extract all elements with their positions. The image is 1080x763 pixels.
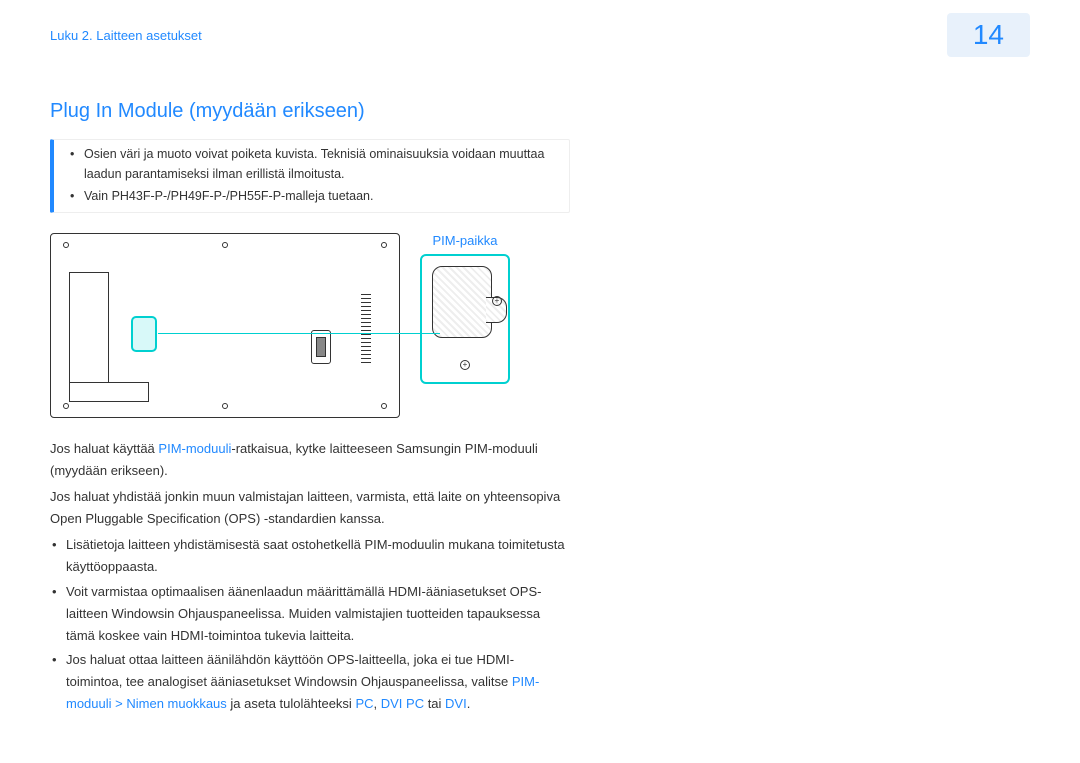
detail-label: PIM-paikka xyxy=(420,233,510,248)
section-title: Plug In Module (myydään erikseen) xyxy=(50,100,570,123)
text: > xyxy=(112,696,127,711)
paragraph: Jos haluat yhdistää jonkin muun valmista… xyxy=(50,486,570,530)
list-item: Lisätietoja laitteen yhdistämisestä saat… xyxy=(50,534,570,578)
screw-icon xyxy=(63,403,69,409)
highlight-term: PC xyxy=(355,696,373,711)
highlight-term: PIM-moduuli xyxy=(158,441,231,456)
screw-icon xyxy=(222,242,228,248)
page-header: Luku 2. Laitteen asetukset 14 xyxy=(0,0,1080,60)
text: Jos haluat ottaa laitteen äänilähdön käy… xyxy=(66,652,514,689)
screw-icon xyxy=(381,403,387,409)
highlight-term: DVI PC xyxy=(381,696,424,711)
highlight-term: Nimen muokkaus xyxy=(126,696,226,711)
device-rear-diagram xyxy=(50,233,400,418)
note-item: Vain PH43F-P-/PH49F-P-/PH55F-P-malleja t… xyxy=(68,186,569,206)
screw-icon xyxy=(381,242,387,248)
highlight-term: DVI xyxy=(445,696,467,711)
vent-shape xyxy=(361,294,371,364)
port-shape xyxy=(311,330,331,364)
screw-icon: + xyxy=(460,360,470,370)
note-box: Osien väri ja muoto voivat poiketa kuvis… xyxy=(50,139,570,213)
text: ja aseta tulolähteeksi xyxy=(227,696,356,711)
chapter-label: Luku 2. Laitteen asetukset xyxy=(50,28,202,43)
instruction-list: Lisätietoja laitteen yhdistämisestä saat… xyxy=(50,534,570,715)
pim-slot-highlight xyxy=(131,316,157,352)
screw-icon xyxy=(63,242,69,248)
paragraph: Jos haluat käyttää PIM-moduuli-ratkaisua… xyxy=(50,438,570,482)
note-item: Osien väri ja muoto voivat poiketa kuvis… xyxy=(68,144,569,184)
screw-icon: + xyxy=(492,296,502,306)
leader-line xyxy=(158,333,440,334)
bracket-shape xyxy=(69,272,109,392)
diagram-row: PIM-paikka + + xyxy=(50,233,570,418)
list-item: Jos haluat ottaa laitteen äänilähdön käy… xyxy=(50,649,570,715)
page-number: 14 xyxy=(947,13,1030,57)
text: Jos haluat käyttää xyxy=(50,441,158,456)
module-shape xyxy=(432,266,492,338)
text: tai xyxy=(424,696,445,711)
list-item: Voit varmistaa optimaalisen äänenlaadun … xyxy=(50,581,570,647)
main-content: Plug In Module (myydään erikseen) Osien … xyxy=(0,60,620,715)
text: . xyxy=(467,696,471,711)
bracket-foot-shape xyxy=(69,382,149,402)
detail-column: PIM-paikka + + xyxy=(420,233,510,384)
pim-detail-diagram: + + xyxy=(420,254,510,384)
screw-icon xyxy=(222,403,228,409)
text: , xyxy=(374,696,381,711)
